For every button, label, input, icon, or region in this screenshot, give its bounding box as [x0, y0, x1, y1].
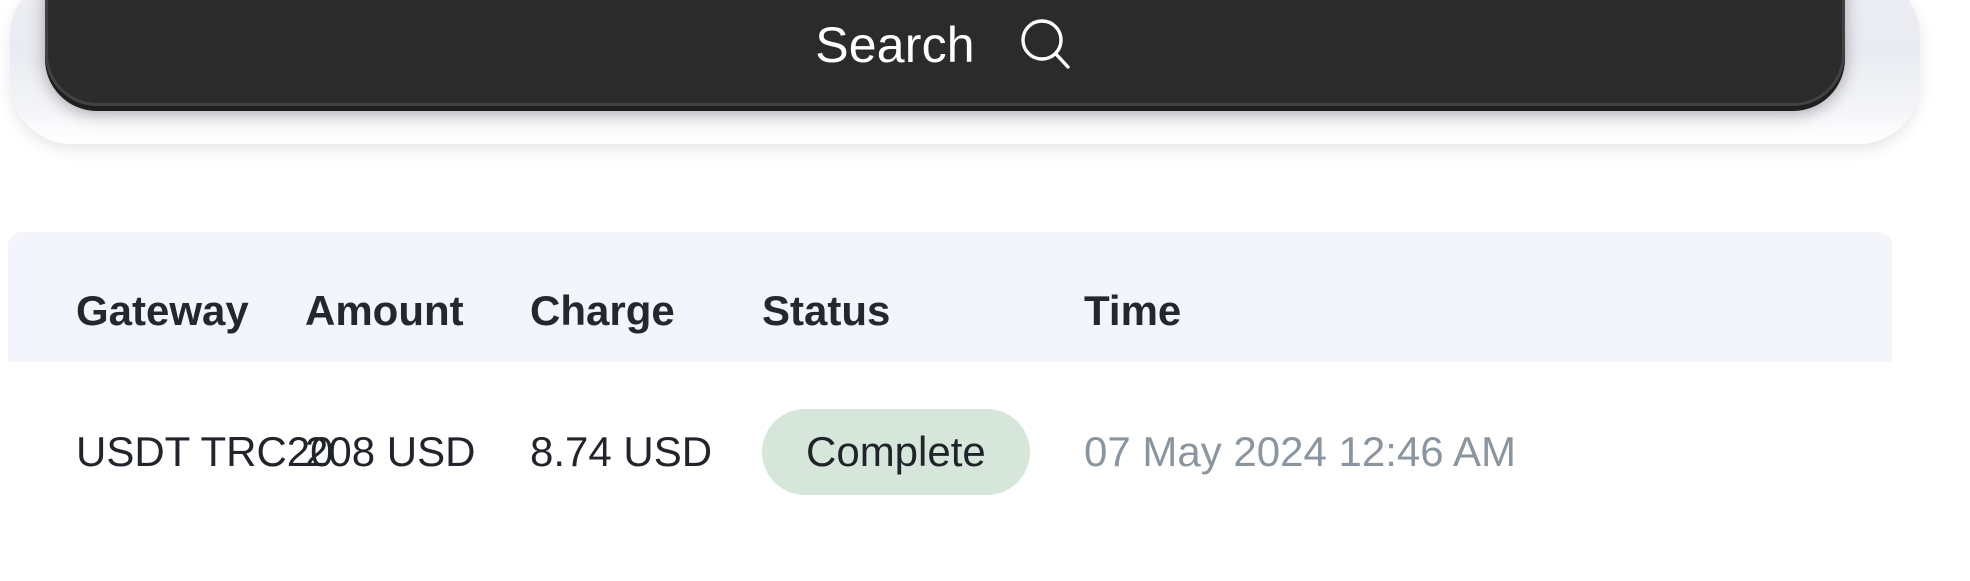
- cell-charge: 8.74 USD: [530, 431, 762, 473]
- cell-amount: 208 USD: [305, 431, 530, 473]
- search-zone: Search: [0, 0, 1970, 152]
- status-badge: Complete: [762, 409, 1030, 495]
- transactions-table: Gateway Amount Charge Status Time USDT T…: [8, 232, 1892, 542]
- column-header-time-label: Time: [1084, 287, 1182, 334]
- table-header-row: Gateway Amount Charge Status Time: [8, 232, 1892, 362]
- cell-time: 07 May 2024 12:46 AM: [1084, 431, 1784, 473]
- column-header-amount-label: Amount: [305, 287, 464, 334]
- cell-gateway: USDT TRC20: [8, 431, 334, 473]
- search-shell: Search: [10, 0, 1920, 144]
- column-header-charge[interactable]: Charge: [530, 290, 762, 362]
- cell-gateway-value: USDT TRC20: [76, 428, 334, 475]
- column-header-status-label: Status: [762, 287, 891, 334]
- column-header-time[interactable]: Time: [1084, 290, 1784, 362]
- cell-status: Complete: [762, 409, 1084, 495]
- column-header-status[interactable]: Status: [762, 290, 1084, 362]
- cell-time-value: 07 May 2024 12:46 AM: [1084, 428, 1516, 475]
- search-button-label: Search: [815, 17, 975, 73]
- search-button-content: Search: [815, 16, 1075, 74]
- transactions-screen: Search Gateway Amount Charge Status Time…: [0, 0, 1970, 581]
- column-header-amount[interactable]: Amount: [305, 290, 530, 362]
- column-header-gateway-label: Gateway: [76, 287, 249, 334]
- table-row[interactable]: USDT TRC20 208 USD 8.74 USD Complete 07 …: [8, 362, 1892, 542]
- cell-amount-value: 208 USD: [305, 428, 476, 475]
- column-header-gateway[interactable]: Gateway: [8, 290, 305, 362]
- search-icon: [1017, 16, 1075, 74]
- search-button[interactable]: Search: [45, 0, 1845, 106]
- column-header-charge-label: Charge: [530, 287, 675, 334]
- cell-charge-value: 8.74 USD: [530, 428, 713, 475]
